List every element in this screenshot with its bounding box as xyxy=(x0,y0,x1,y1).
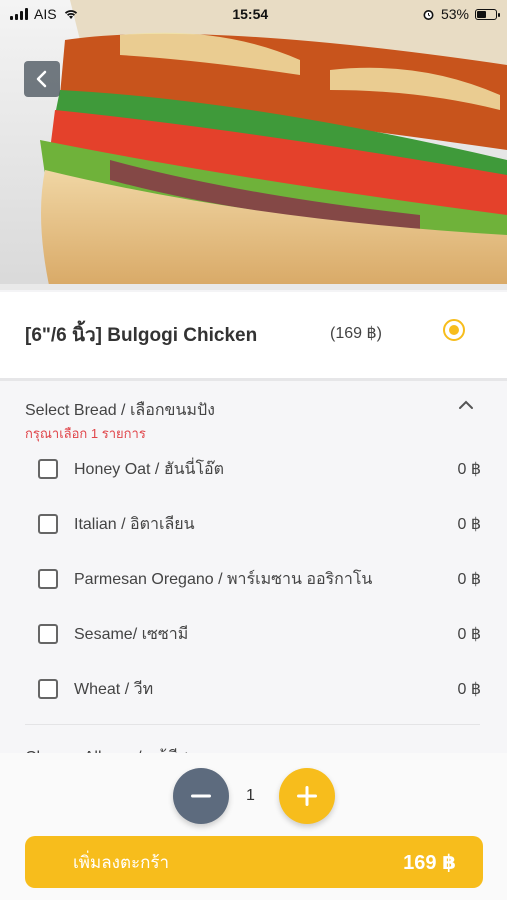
product-price: (169 ฿) xyxy=(330,325,382,342)
increase-quantity-button[interactable] xyxy=(279,768,335,824)
product-name: [6"/6 นิ้ว] Bulgogi Chicken xyxy=(25,325,258,346)
battery-percent: 53% xyxy=(440,6,469,22)
option-checkbox[interactable] xyxy=(38,459,58,479)
option-label: Parmesan Oregano / พาร์เมซาน ออริกาโน xyxy=(74,570,373,588)
options-scroll-area[interactable]: Select Bread / เลือกขนมปัง กรุณาเลือก 1 … xyxy=(0,381,507,753)
option-price: 0 ฿ xyxy=(457,626,481,643)
option-row[interactable]: Sesame/ เซซามี 0 ฿ xyxy=(38,619,483,649)
option-label: Honey Oat / ฮันนี่โอ๊ต xyxy=(74,460,225,478)
product-size-radio[interactable] xyxy=(443,319,465,341)
battery-icon xyxy=(474,8,500,20)
option-checkbox[interactable] xyxy=(38,679,58,699)
chevron-up-icon[interactable] xyxy=(458,399,474,411)
option-row[interactable]: Italian / อิตาเลียน 0 ฿ xyxy=(38,509,483,539)
quantity-stepper: 1 xyxy=(0,753,507,833)
option-checkbox[interactable] xyxy=(38,514,58,534)
sandwich-illustration xyxy=(0,0,507,290)
option-row[interactable]: Wheat / วีท 0 ฿ xyxy=(38,674,483,704)
back-button[interactable] xyxy=(24,61,60,97)
option-label: Wheat / วีท xyxy=(74,680,154,698)
section-title-bread: Select Bread / เลือกขนมปัง xyxy=(25,402,215,419)
option-row[interactable]: Honey Oat / ฮันนี่โอ๊ต 0 ฿ xyxy=(38,454,483,484)
quantity-value: 1 xyxy=(246,787,255,804)
wifi-icon xyxy=(64,10,77,19)
option-checkbox[interactable] xyxy=(38,569,58,589)
option-label: Sesame/ เซซามี xyxy=(74,625,189,643)
option-price: 0 ฿ xyxy=(457,571,481,588)
plus-icon xyxy=(297,786,317,806)
decrease-quantity-button[interactable] xyxy=(173,768,229,824)
carrier-name: AIS xyxy=(34,6,57,22)
status-bar: AIS 15:54 53% xyxy=(0,0,507,28)
minus-icon xyxy=(191,794,211,798)
cart-total: 169 ฿ xyxy=(403,851,456,874)
clock: 15:54 xyxy=(232,6,269,22)
section-title-cheese[interactable]: Cheese Allergy / แพ้ชีส xyxy=(25,745,187,753)
product-hero-image xyxy=(0,0,507,290)
option-row[interactable]: Parmesan Oregano / พาร์เมซาน ออริกาโน 0 … xyxy=(38,564,483,594)
option-checkbox[interactable] xyxy=(38,624,58,644)
option-separator xyxy=(25,724,480,725)
back-chevron-icon xyxy=(36,70,47,88)
add-to-cart-button[interactable]: เพิ่มลงตะกร้า 169 ฿ xyxy=(25,836,483,888)
product-row[interactable]: [6"/6 นิ้ว] Bulgogi Chicken (169 ฿) xyxy=(0,292,507,378)
option-label: Italian / อิตาเลียน xyxy=(74,515,195,533)
required-note: กรุณาเลือก 1 รายการ xyxy=(25,426,146,441)
option-price: 0 ฿ xyxy=(457,681,481,698)
alarm-icon xyxy=(423,9,434,20)
signal-icon xyxy=(10,8,28,20)
add-to-cart-label: เพิ่มลงตะกร้า xyxy=(73,852,170,872)
option-price: 0 ฿ xyxy=(457,461,481,478)
option-price: 0 ฿ xyxy=(457,516,481,533)
